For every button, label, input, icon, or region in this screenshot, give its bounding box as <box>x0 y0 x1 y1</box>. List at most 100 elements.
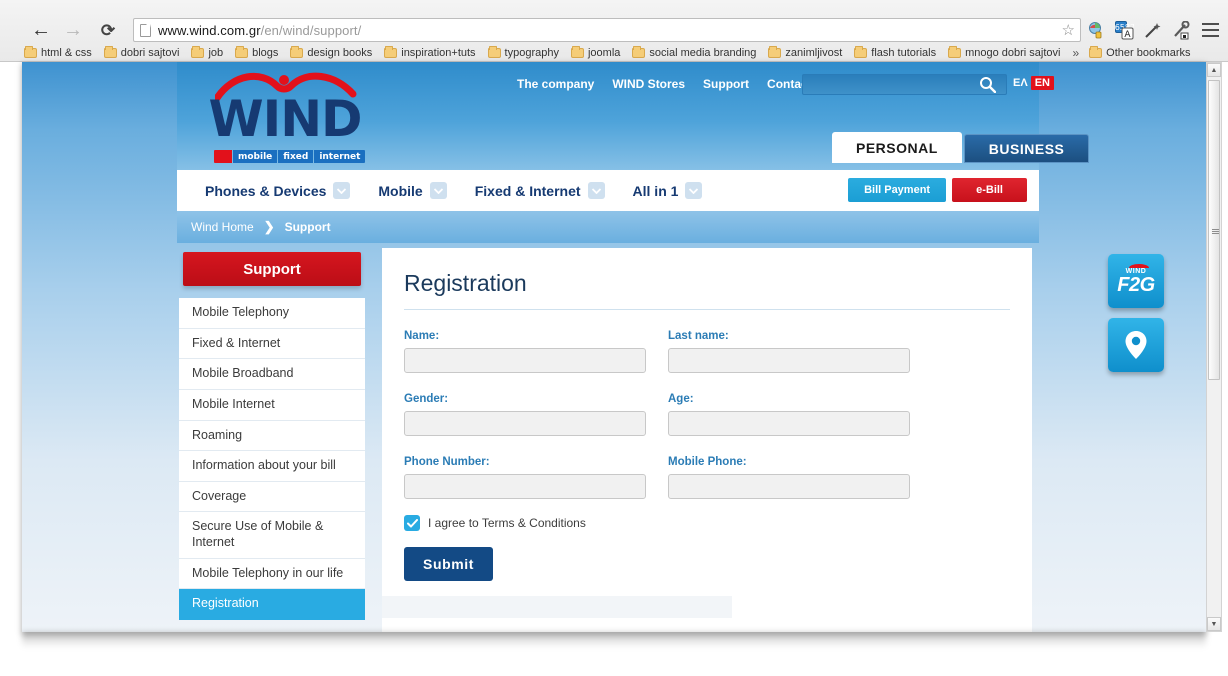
bookmark-item[interactable]: blogs <box>235 46 279 59</box>
extension-icons: \u6587A <box>1087 20 1228 40</box>
folder-icon <box>1089 46 1103 58</box>
bookmark-item[interactable]: joomla <box>570 46 620 59</box>
bookmark-star-icon[interactable]: ☆ <box>1062 21 1075 39</box>
bill-payment-button[interactable]: Bill Payment <box>848 178 947 202</box>
scroll-up-button[interactable]: ▲ <box>1207 63 1221 77</box>
page-viewport: WIND mobile fixed internet The company W… <box>22 62 1206 632</box>
form-row: Gender: Age: <box>404 393 1010 436</box>
topnav-wind-stores[interactable]: WIND Stores <box>612 77 685 91</box>
ebill-button[interactable]: e-Bill <box>952 178 1027 202</box>
sidebar-item-mobile-telephony-in-our-life[interactable]: Mobile Telephony in our life <box>179 559 365 590</box>
tab-personal[interactable]: PERSONAL <box>832 132 962 163</box>
last-name-input[interactable] <box>668 348 910 373</box>
bookmark-label: blogs <box>252 47 279 59</box>
phone-number-input[interactable] <box>404 474 646 499</box>
bookmark-item[interactable]: design books <box>290 46 372 59</box>
form-row: Phone Number: Mobile Phone: <box>404 456 1010 499</box>
header-action-buttons: Bill Payment e-Bill <box>848 178 1027 202</box>
tagline-fixed: fixed <box>278 150 314 163</box>
name-input[interactable] <box>404 348 646 373</box>
submit-button[interactable]: Submit <box>404 547 494 581</box>
chevron-down-icon[interactable] <box>685 182 703 199</box>
wind-logo[interactable]: WIND mobile fixed internet <box>205 72 366 163</box>
sidebar-item-registration[interactable]: Registration <box>179 589 365 620</box>
bookmark-label: inspiration+tuts <box>401 47 476 59</box>
f2g-logo-label: F2G <box>1117 273 1155 296</box>
nav-label: Phones & Devices <box>205 182 327 199</box>
scroll-down-button[interactable]: ▼ <box>1207 617 1221 631</box>
address-bar[interactable]: www.wind.com.gr/en/wind/support/ ☆ <box>133 18 1081 42</box>
bookmark-item[interactable]: flash tutorials <box>854 46 936 59</box>
bookmark-item[interactable]: zanimljivost <box>768 46 842 59</box>
language-en[interactable]: ΕΝ <box>1030 76 1054 90</box>
other-bookmarks-item[interactable]: Other bookmarks <box>1089 46 1191 59</box>
topnav-the-company[interactable]: The company <box>517 77 594 91</box>
wind-f2g-widget[interactable]: WIND F2G <box>1108 254 1164 308</box>
tagline-mobile: mobile <box>233 150 278 163</box>
sidebar-item-fixed-internet[interactable]: Fixed & Internet <box>179 329 365 360</box>
site-header: WIND mobile fixed internet The company W… <box>177 62 1090 170</box>
registration-form: Name: Last name: Gender: Age: Phone Numb… <box>404 330 1010 581</box>
sidebar-item-coverage[interactable]: Coverage <box>179 482 365 513</box>
folder-icon <box>570 46 584 58</box>
folder-icon <box>24 46 37 58</box>
language-el[interactable]: ΕΛ <box>1013 77 1028 89</box>
back-button[interactable]: ← <box>28 17 54 43</box>
chevron-down-icon[interactable] <box>429 182 447 199</box>
bookmark-item[interactable]: social media branding <box>632 46 757 59</box>
sidebar-item-mobile-telephony[interactable]: Mobile Telephony <box>179 298 365 329</box>
folder-icon <box>235 46 249 58</box>
bookmark-item[interactable]: job <box>191 46 224 59</box>
sidebar-item-mobile-broadband[interactable]: Mobile Broadband <box>179 359 365 390</box>
reload-button[interactable]: ⟳ <box>95 17 121 43</box>
magic-wand-extension-icon[interactable] <box>1143 21 1162 40</box>
browser-toolbar: ← → ⟳ www.wind.com.gr/en/wind/support/ ☆… <box>0 16 1228 44</box>
sidebar-item-mobile-internet[interactable]: Mobile Internet <box>179 390 365 421</box>
bookmark-item[interactable]: mnogo dobri sajtovi <box>948 46 1061 59</box>
browser-menu-icon[interactable] <box>1202 23 1219 37</box>
folder-icon <box>290 46 304 58</box>
bookmark-label: social media branding <box>649 47 757 59</box>
vertical-scrollbar[interactable]: ▲ ▼ <box>1206 62 1222 632</box>
bookmarks-overflow-icon[interactable]: » <box>1072 46 1079 60</box>
sidebar-item-information-about-your-bill[interactable]: Information about your bill <box>179 451 365 482</box>
sidebar-item-roaming[interactable]: Roaming <box>179 421 365 452</box>
bookmark-item[interactable]: html & css <box>24 46 92 59</box>
bookmark-label: mnogo dobri sajtovi <box>965 47 1061 59</box>
age-input[interactable] <box>668 411 910 436</box>
field-label: Age: <box>668 393 694 405</box>
tab-business[interactable]: BUSINESS <box>963 134 1090 163</box>
bookmark-item[interactable]: inspiration+tuts <box>384 46 476 59</box>
nav-label: Fixed & Internet <box>474 182 581 199</box>
nav-all-in-1[interactable]: All in 1 <box>633 182 703 199</box>
nav-mobile[interactable]: Mobile <box>378 182 447 199</box>
chevron-down-icon[interactable] <box>587 182 605 199</box>
scrollbar-thumb[interactable] <box>1208 80 1220 380</box>
bookmark-label: job <box>208 47 224 59</box>
floating-widgets: WIND F2G <box>1108 254 1164 382</box>
field-mobile-phone: Mobile Phone: <box>668 456 910 499</box>
sidebar-list: Mobile Telephony Fixed & Internet Mobile… <box>179 298 365 620</box>
mobile-phone-input[interactable] <box>668 474 910 499</box>
breadcrumb-home[interactable]: Wind Home <box>191 220 254 234</box>
nav-fixed-and-internet[interactable]: Fixed & Internet <box>475 182 605 199</box>
search-icon[interactable] <box>979 76 996 93</box>
bookmark-label: typography <box>504 47 559 59</box>
search-input[interactable] <box>802 74 1007 95</box>
bookmark-label: dobri sajtovi <box>120 47 180 59</box>
terms-checkbox[interactable] <box>404 515 420 531</box>
folder-icon <box>191 46 205 58</box>
sidebar-item-secure-use[interactable]: Secure Use of Mobile & Internet <box>179 512 365 559</box>
chevron-down-icon[interactable] <box>333 182 351 199</box>
colorzilla-extension-icon[interactable] <box>1087 21 1106 40</box>
store-locator-widget[interactable] <box>1108 318 1164 372</box>
topnav-support[interactable]: Support <box>703 77 749 91</box>
field-label: Phone Number: <box>404 456 490 468</box>
eyedropper-extension-icon[interactable] <box>1171 20 1190 40</box>
forward-button[interactable]: → <box>60 17 86 43</box>
bookmark-item[interactable]: typography <box>487 46 559 59</box>
nav-phones-and-devices[interactable]: Phones & Devices <box>205 182 351 199</box>
gender-input[interactable] <box>404 411 646 436</box>
translate-extension-icon[interactable]: \u6587A <box>1107 20 1135 40</box>
bookmark-item[interactable]: dobri sajtovi <box>103 46 180 59</box>
